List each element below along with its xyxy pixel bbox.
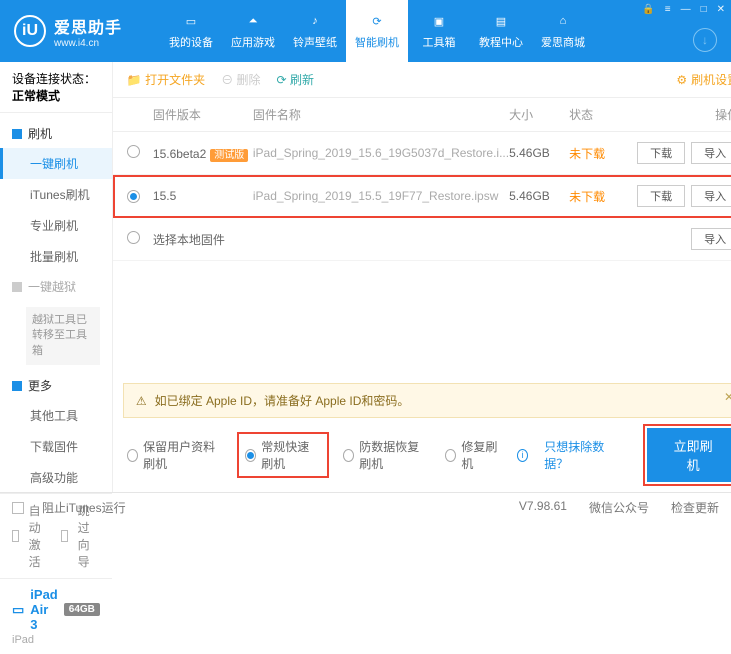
opt-anti-recovery[interactable]: 防数据恢复刷机 xyxy=(343,438,429,472)
app-icon: ⏶ xyxy=(244,12,262,30)
jailbreak-note: 越狱工具已转移至工具箱 xyxy=(26,307,100,365)
music-icon: ♪ xyxy=(306,12,324,30)
local-firmware-row[interactable]: 选择本地固件 导入 xyxy=(113,218,731,261)
storage-badge: 64GB xyxy=(64,603,100,616)
opt-repair[interactable]: 修复刷机 xyxy=(445,438,501,472)
check-update-link[interactable]: 检查更新 xyxy=(671,499,719,516)
block-itunes-checkbox[interactable] xyxy=(12,502,24,514)
maximize-icon[interactable]: □ xyxy=(701,4,707,15)
wechat-link[interactable]: 微信公众号 xyxy=(589,499,649,516)
logo-area: iU 爱思助手 www.i4.cn xyxy=(0,0,160,62)
alert-close-icon[interactable]: ✕ xyxy=(724,390,731,404)
import-button[interactable]: 导入 xyxy=(691,185,731,207)
nav-apps[interactable]: ⏶应用游戏 xyxy=(222,0,284,62)
app-name: 爱思助手 xyxy=(54,14,122,38)
titlebar: iU 爱思助手 www.i4.cn ▭我的设备 ⏶应用游戏 ♪铃声壁纸 ⟳智能刷… xyxy=(0,0,731,62)
sidebar-item-other[interactable]: 其他工具 xyxy=(0,400,112,431)
sidebar-item-download-fw[interactable]: 下载固件 xyxy=(0,431,112,462)
cart-icon: ⌂ xyxy=(554,12,572,30)
connection-status: 设备连接状态：正常模式 xyxy=(0,62,112,113)
close-icon[interactable]: ✕ xyxy=(717,4,725,15)
delete-button[interactable]: ⊖ 删除 xyxy=(221,71,260,88)
toolbar: 📁 打开文件夹 ⊖ 删除 ⟳ 刷新 ⚙ 刷机设置 xyxy=(113,62,731,98)
version-label: V7.98.61 xyxy=(519,499,567,516)
group-jailbreak[interactable]: 一键越狱 xyxy=(0,272,112,301)
nav-my-device[interactable]: ▭我的设备 xyxy=(160,0,222,62)
firmware-row[interactable]: 15.5 iPad_Spring_2019_15.5_19F77_Restore… xyxy=(113,175,731,218)
download-button[interactable]: 下载 xyxy=(637,185,685,207)
toolbox-icon: ▣ xyxy=(430,12,448,30)
download-button[interactable]: 下载 xyxy=(637,142,685,164)
row-radio[interactable] xyxy=(127,145,140,158)
flash-options: 保留用户资料刷机 常规快速刷机 防数据恢复刷机 修复刷机 i 只想抹除数据？ 立… xyxy=(113,418,731,492)
nav-flash[interactable]: ⟳智能刷机 xyxy=(346,0,408,62)
download-indicator-icon[interactable]: ↓ xyxy=(693,28,717,52)
import-button[interactable]: 导入 xyxy=(691,228,731,250)
info-icon[interactable]: i xyxy=(517,449,528,462)
group-more[interactable]: 更多 xyxy=(0,371,112,400)
main-panel: 📁 打开文件夹 ⊖ 删除 ⟳ 刷新 ⚙ 刷机设置 固件版本 固件名称 大小 状态… xyxy=(113,62,731,492)
nav-store[interactable]: ⌂爱思商城 xyxy=(532,0,594,62)
phone-icon: ▭ xyxy=(182,12,200,30)
nav-tutorials[interactable]: ▤教程中心 xyxy=(470,0,532,62)
sidebar-item-pro[interactable]: 专业刷机 xyxy=(0,210,112,241)
warning-icon: ⚠ xyxy=(136,394,147,408)
opt-normal[interactable]: 常规快速刷机 xyxy=(239,434,327,476)
minimize-icon[interactable]: — xyxy=(681,4,691,15)
auto-activate-checkbox[interactable] xyxy=(12,530,19,542)
menu-icon[interactable]: ≡ xyxy=(665,4,671,15)
flash-settings-button[interactable]: ⚙ 刷机设置 xyxy=(676,71,731,88)
logo-icon: iU xyxy=(14,15,46,47)
sidebar-item-oneclick[interactable]: 一键刷机 xyxy=(0,148,112,179)
device-icon: ▭ xyxy=(12,602,24,618)
open-folder-button[interactable]: 📁 打开文件夹 xyxy=(127,71,205,88)
refresh-button[interactable]: ⟳ 刷新 xyxy=(277,71,314,88)
lock-icon[interactable]: 🔒 xyxy=(642,4,654,15)
skip-guide-checkbox[interactable] xyxy=(61,530,68,542)
erase-link[interactable]: 只想抹除数据？ xyxy=(544,438,615,472)
book-icon: ▤ xyxy=(492,12,510,30)
table-header: 固件版本 固件名称 大小 状态 操作 xyxy=(113,98,731,132)
appleid-alert: ⚠ 如已绑定 Apple ID，请准备好 Apple ID和密码。 ✕ xyxy=(123,383,731,418)
nav-ringtones[interactable]: ♪铃声壁纸 xyxy=(284,0,346,62)
row-radio[interactable] xyxy=(127,231,140,244)
app-url: www.i4.cn xyxy=(54,38,122,49)
opt-keep-data[interactable]: 保留用户资料刷机 xyxy=(127,438,223,472)
window-controls: 🔒 ≡ — □ ✕ xyxy=(642,4,725,15)
sidebar-item-itunes[interactable]: iTunes刷机 xyxy=(0,179,112,210)
device-card[interactable]: ▭iPad Air 364GB iPad xyxy=(0,578,112,654)
group-flash[interactable]: 刷机 xyxy=(0,119,112,148)
beta-tag: 测试版 xyxy=(210,149,248,162)
sidebar: 设备连接状态：正常模式 刷机 一键刷机 iTunes刷机 专业刷机 批量刷机 一… xyxy=(0,62,113,492)
firmware-row[interactable]: 15.6beta2测试版 iPad_Spring_2019_15.6_19G50… xyxy=(113,132,731,175)
sidebar-item-advanced[interactable]: 高级功能 xyxy=(0,462,112,493)
row-radio[interactable] xyxy=(127,190,140,203)
start-flash-button[interactable]: 立即刷机 xyxy=(647,428,731,482)
nav-toolbox[interactable]: ▣工具箱 xyxy=(408,0,470,62)
sidebar-item-batch[interactable]: 批量刷机 xyxy=(0,241,112,272)
main-nav: ▭我的设备 ⏶应用游戏 ♪铃声壁纸 ⟳智能刷机 ▣工具箱 ▤教程中心 ⌂爱思商城 xyxy=(160,0,594,62)
refresh-icon: ⟳ xyxy=(368,12,386,30)
import-button[interactable]: 导入 xyxy=(691,142,731,164)
